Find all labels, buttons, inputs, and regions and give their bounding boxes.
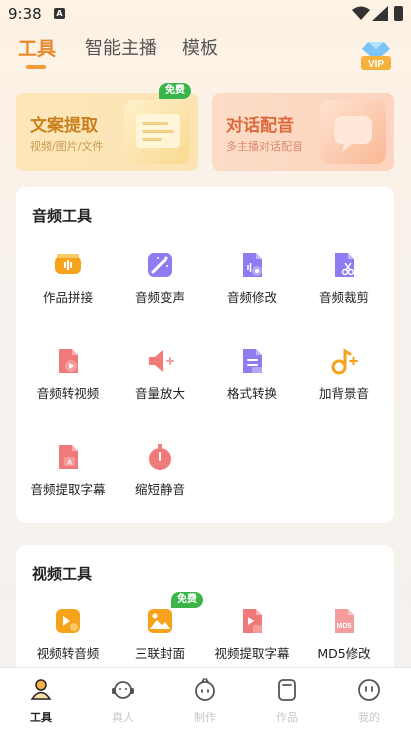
tool-merge-works[interactable]: 作品拼接	[22, 251, 114, 331]
video-to-audio-icon	[56, 609, 80, 633]
tab-active-indicator	[26, 65, 46, 69]
tool-label: 音频修改	[226, 290, 277, 305]
magic-wand-icon	[148, 253, 172, 277]
free-badge: 免费	[171, 592, 203, 608]
tab-templates[interactable]: 模板	[182, 34, 218, 60]
tool-label: 音频提取字幕	[30, 482, 106, 497]
status-bar: 9:38 A	[0, 0, 411, 28]
bottom-navigation: 工具 真人 制作 作品 我的	[0, 667, 411, 730]
subtitle-extract-icon: A	[59, 445, 78, 469]
nav-create[interactable]: 制作	[164, 668, 246, 730]
battery-icon	[394, 6, 403, 21]
tool-label: MD5修改	[317, 646, 371, 661]
nav-label: 真人	[112, 711, 134, 724]
audio-tools-panel: 音频工具 作品拼接 音频变声 音频修改 音频裁剪 音频转视频 音量放大 格式转换…	[16, 187, 394, 523]
dialog-dubbing-card[interactable]: 对话配音 多主播对话配音	[212, 93, 394, 171]
cover-image-icon	[148, 609, 172, 633]
card-title: 对话配音	[226, 116, 294, 136]
document-illustration-icon	[124, 100, 190, 164]
tool-label: 音频转视频	[36, 386, 100, 401]
tab-tools[interactable]: 工具	[18, 34, 56, 61]
audio-edit-icon	[243, 253, 262, 277]
nav-real-person[interactable]: 真人	[82, 668, 164, 730]
chat-bubble-illustration-icon	[320, 100, 386, 164]
tool-label: 格式转换	[226, 386, 277, 401]
nav-tools[interactable]: 工具	[0, 668, 82, 730]
wifi-icon	[352, 6, 370, 20]
add-music-icon	[331, 348, 358, 375]
format-convert-icon	[243, 349, 262, 373]
section-title: 音频工具	[32, 207, 93, 225]
nav-label: 制作	[194, 711, 216, 724]
nav-mine[interactable]: 我的	[328, 668, 410, 730]
tools-nav-icon	[30, 679, 52, 700]
nav-label: 我的	[358, 711, 380, 724]
audio-to-video-icon	[59, 349, 78, 373]
create-face-icon	[195, 678, 215, 701]
video-subtitle-icon	[243, 609, 262, 633]
tool-shorten-silence[interactable]: 缩短静音	[114, 443, 206, 523]
tab-smart-anchor[interactable]: 智能主播	[85, 34, 157, 60]
nav-works[interactable]: 作品	[246, 668, 328, 730]
section-title: 视频工具	[32, 565, 93, 583]
card-title: 文案提取	[30, 116, 98, 136]
profile-face-icon	[358, 679, 380, 701]
merge-audio-icon	[55, 254, 81, 274]
tool-label: 三联封面	[134, 646, 185, 661]
tool-label: 视频转音频	[36, 646, 100, 661]
text-extract-card[interactable]: 文案提取 视频/图片/文件	[16, 93, 198, 171]
svg-text:A: A	[67, 460, 72, 467]
volume-up-icon	[149, 350, 174, 372]
tool-audio-to-video[interactable]: 音频转视频	[22, 347, 114, 427]
tool-format-convert[interactable]: 格式转换	[206, 347, 298, 427]
nav-label: 作品	[276, 711, 298, 724]
tool-audio-edit[interactable]: 音频修改	[206, 251, 298, 331]
tool-label: 音频裁剪	[318, 290, 369, 305]
tool-label: 缩短静音	[134, 482, 185, 497]
timer-icon	[149, 444, 171, 470]
tool-audio-cut[interactable]: 音频裁剪	[298, 251, 390, 331]
tool-voice-change[interactable]: 音频变声	[114, 251, 206, 331]
status-time: 9:38	[8, 5, 42, 23]
free-badge: 免费	[159, 83, 191, 99]
svg-text:MD5: MD5	[337, 623, 352, 630]
tool-add-background-music[interactable]: 加背景音	[298, 347, 390, 427]
headset-face-icon	[112, 681, 134, 699]
audio-cut-icon	[335, 253, 355, 277]
tool-audio-extract-subtitle[interactable]: A 音频提取字幕	[22, 443, 114, 523]
tool-label: 加背景音	[318, 386, 369, 401]
signal-icon	[372, 6, 388, 21]
tool-volume-up[interactable]: 音量放大	[114, 347, 206, 427]
works-card-icon	[278, 679, 296, 701]
notification-badge: A	[54, 8, 65, 19]
tool-label: 音频变声	[134, 290, 185, 305]
tool-label: 作品拼接	[42, 290, 93, 305]
card-subtitle: 视频/图片/文件	[30, 140, 104, 153]
tool-label: 视频提取字幕	[214, 646, 290, 661]
nav-label: 工具	[30, 711, 52, 724]
video-tools-panel: 视频工具 视频转音频 三联封面 视频提取字幕 MD5 MD5修改	[16, 545, 394, 675]
md5-icon: MD5	[335, 609, 354, 633]
vip-label: VIP	[368, 59, 384, 70]
vip-diamond-icon[interactable]: VIP	[359, 40, 393, 72]
tool-label: 音量放大	[134, 386, 185, 401]
card-subtitle: 多主播对话配音	[226, 140, 303, 153]
